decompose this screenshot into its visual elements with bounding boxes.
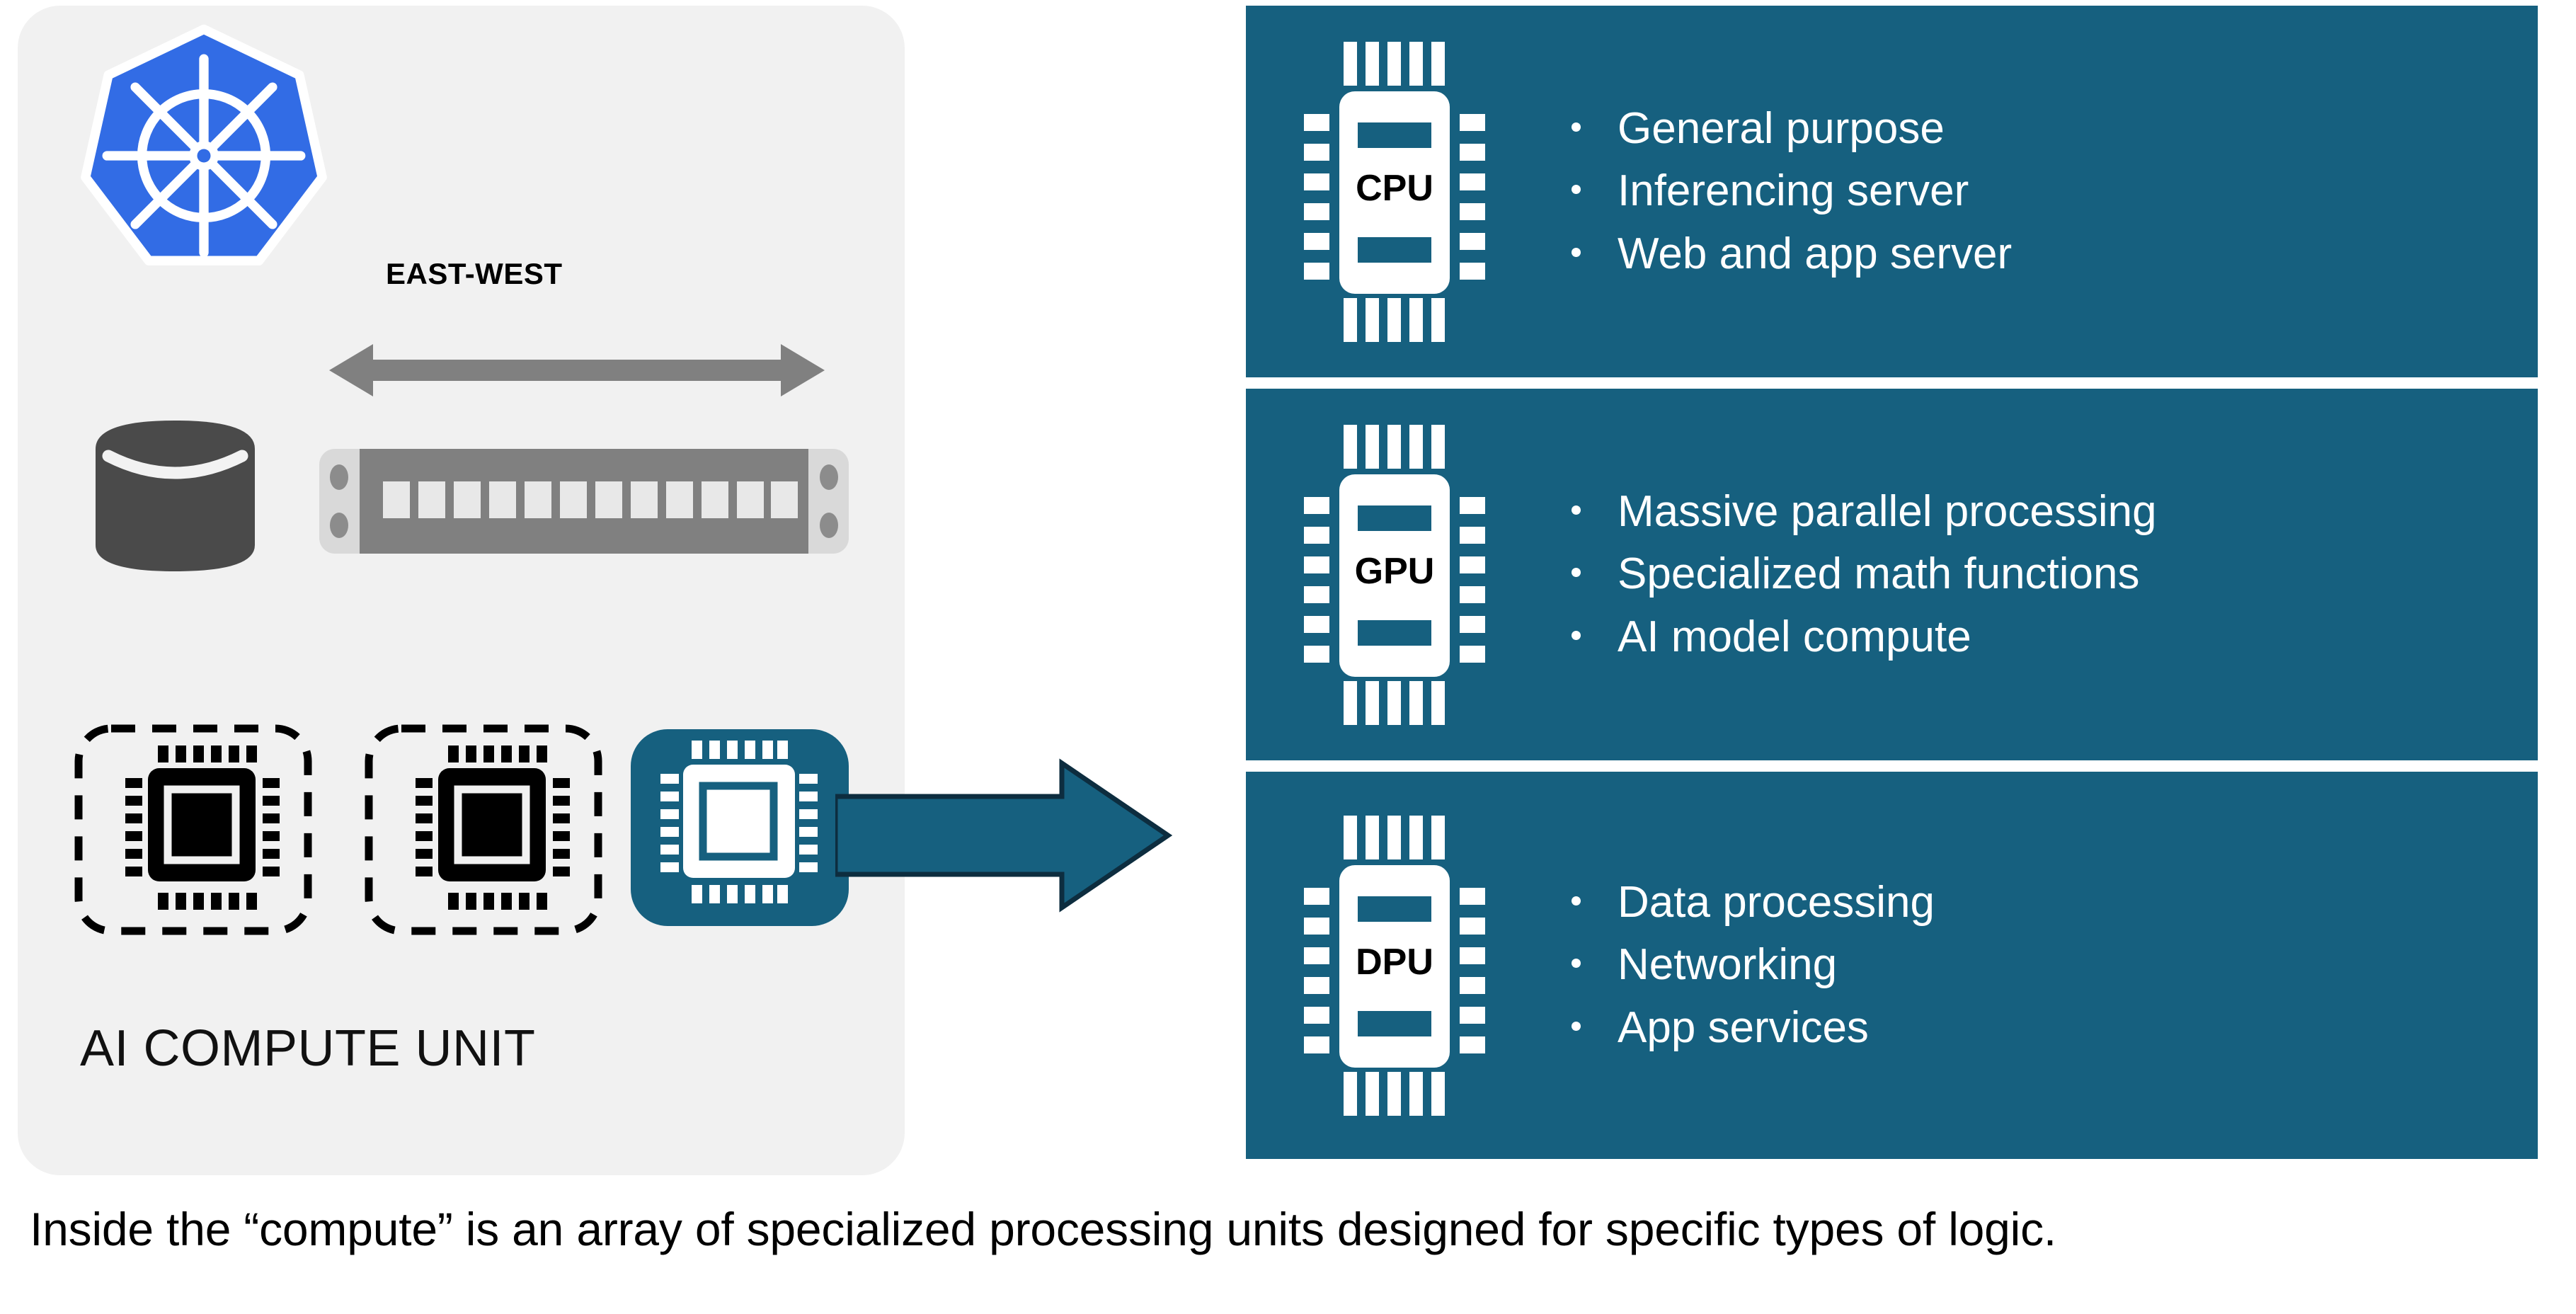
list-item-label: Specialized math functions: [1618, 549, 2140, 599]
cpu-chip-label: CPU: [1356, 168, 1433, 209]
gpu-bullet-list: Massive parallel processing Specialized …: [1543, 481, 2538, 668]
list-item: AI model compute: [1572, 606, 2538, 668]
bullet-dot-icon: [1572, 185, 1581, 195]
unit-panel-dpu: DPU Data processing Networking App servi…: [1246, 772, 2538, 1159]
list-item: Data processing: [1572, 872, 2538, 934]
unit-panel-cpu: CPU General purpose Inferencing server W…: [1246, 6, 2538, 377]
list-item: Networking: [1572, 934, 2538, 996]
list-item-label: Data processing: [1618, 878, 1935, 927]
bullet-dot-icon: [1572, 505, 1581, 515]
page-title: AI COMPUTE UNIT: [80, 1020, 536, 1077]
bullet-dot-icon: [1572, 630, 1581, 640]
gpu-chip-icon: GPU: [1246, 389, 1543, 760]
list-item: Web and app server: [1572, 223, 2538, 285]
east-west-label: EAST-WEST: [386, 257, 563, 290]
list-item: App services: [1572, 997, 2538, 1059]
list-item: General purpose: [1572, 98, 2538, 160]
list-item-label: General purpose: [1618, 104, 1945, 154]
bullet-dot-icon: [1572, 1021, 1581, 1031]
flow-arrow-right: [832, 729, 1175, 942]
list-item: Specialized math functions: [1572, 543, 2538, 605]
bullet-dot-icon: [1572, 959, 1581, 969]
ai-compute-unit-panel: EAST-WEST AI COMPUTE UNIT: [18, 6, 905, 1175]
list-item-label: Networking: [1618, 940, 1838, 990]
list-item: Massive parallel processing: [1572, 481, 2538, 543]
chip-active[interactable]: [626, 728, 853, 969]
bullet-dot-icon: [1572, 896, 1581, 906]
chip-placeholder-1[interactable]: [73, 723, 314, 964]
network-switch-icon: [319, 449, 849, 554]
chip-placeholder-2[interactable]: [363, 723, 604, 964]
gpu-chip-label: GPU: [1355, 551, 1435, 592]
dpu-bullet-list: Data processing Networking App services: [1543, 872, 2538, 1058]
east-west-double-arrow-icon: [329, 331, 825, 409]
list-item: Inferencing server: [1572, 160, 2538, 222]
bullet-dot-icon: [1572, 247, 1581, 257]
kubernetes-icon: [66, 21, 342, 290]
caption-text: Inside the “compute” is an array of spec…: [30, 1203, 2057, 1255]
list-item-label: Inferencing server: [1618, 166, 1969, 216]
database-cylinder-icon: [88, 416, 262, 576]
unit-panel-gpu: GPU Massive parallel processing Speciali…: [1246, 389, 2538, 760]
dpu-chip-label: DPU: [1356, 942, 1433, 983]
list-item-label: AI model compute: [1618, 612, 1971, 661]
cpu-bullet-list: General purpose Inferencing server Web a…: [1543, 98, 2538, 285]
list-item-label: Massive parallel processing: [1618, 487, 2157, 537]
bullet-dot-icon: [1572, 568, 1581, 578]
list-item-label: Web and app server: [1618, 229, 2013, 278]
bullet-dot-icon: [1572, 122, 1581, 132]
dpu-chip-icon: DPU: [1246, 772, 1543, 1159]
list-item-label: App services: [1618, 1002, 1869, 1052]
cpu-chip-icon: CPU: [1246, 6, 1543, 377]
